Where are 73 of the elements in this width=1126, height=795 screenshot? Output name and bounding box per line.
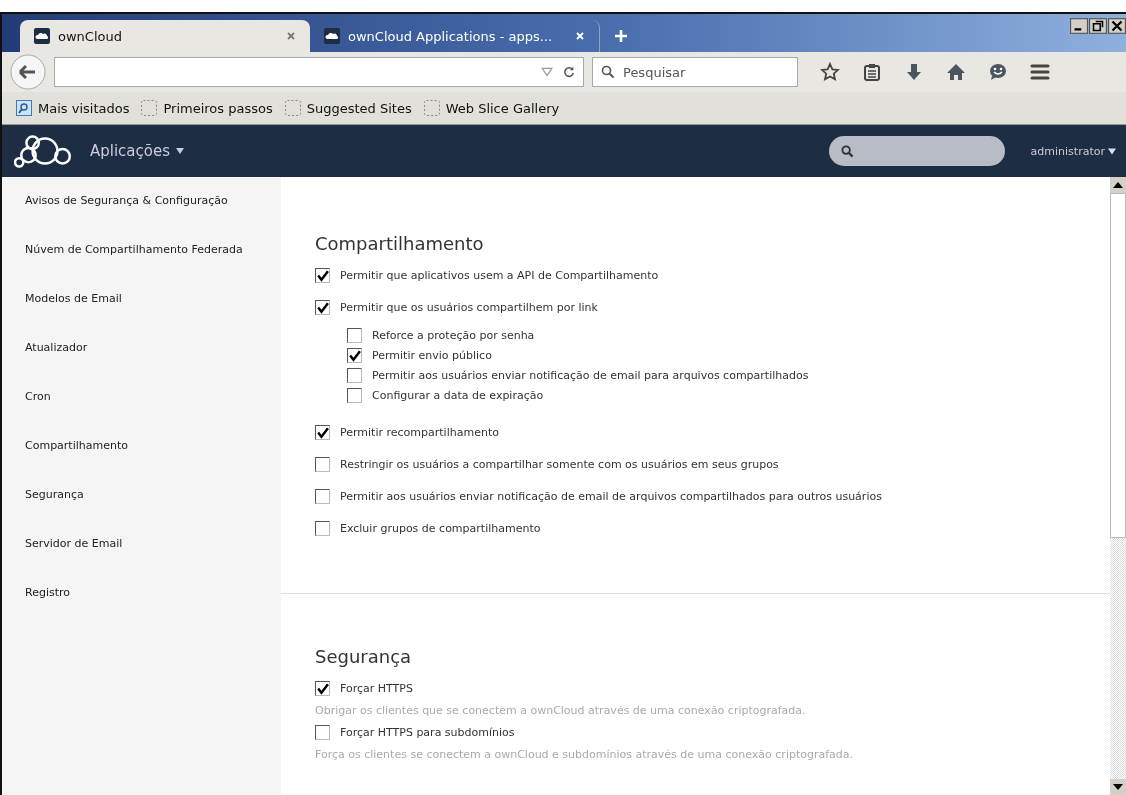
checkbox-option[interactable]: Reforce a proteção por senha [347, 328, 1078, 343]
section-title: Compartilhamento [315, 233, 485, 254]
sidebar-item[interactable]: Segurança [2, 485, 281, 504]
home-icon[interactable] [946, 62, 966, 82]
sidebar-item[interactable]: Núvem de Compartilhamento Federada [2, 240, 281, 259]
checkbox-option[interactable]: Restringir os usuários a compartilhar somente com os usuários em seus grupos [315, 457, 1078, 472]
star-icon[interactable] [820, 62, 840, 82]
menu-icon[interactable] [1030, 62, 1050, 82]
sidebar-item[interactable]: Registro [2, 583, 281, 602]
sidebar-item[interactable]: Servidor de Email [2, 534, 281, 553]
checkbox-option[interactable]: Forçar HTTPS para subdomínios [315, 725, 1078, 740]
checkbox[interactable] [315, 300, 330, 315]
search-icon [601, 65, 615, 79]
download-icon[interactable] [904, 62, 924, 82]
checkbox[interactable] [315, 425, 330, 440]
dashed-square-icon [284, 100, 301, 116]
chat-icon[interactable] [988, 62, 1008, 82]
cloud-icon [324, 28, 340, 44]
checkbox[interactable] [347, 388, 362, 403]
checkbox[interactable] [315, 268, 330, 283]
bookmark-item[interactable]: Primeiros passos [141, 100, 273, 116]
checkbox-option[interactable]: Excluir grupos de compartilhamento [315, 521, 1078, 536]
scroll-thumb[interactable] [1110, 193, 1126, 538]
checkbox-option[interactable]: Forçar HTTPS [315, 681, 1078, 696]
checkbox[interactable] [347, 368, 362, 383]
option-description: Força os clientes se conectem a ownCloud e subdomínios através de uma conexão criptografada. [315, 748, 855, 761]
caret-icon [176, 148, 185, 154]
close-icon[interactable] [1108, 18, 1126, 34]
browser-tab[interactable]: ownCloud [20, 20, 310, 52]
dashed-square-icon [423, 100, 440, 116]
search-icon [840, 144, 854, 158]
option-description: Obrigar os clientes que se conectem a ownCloud através de uma conexão criptografada. [315, 704, 807, 717]
checkbox[interactable] [315, 725, 330, 740]
scroll-up-icon[interactable] [1110, 177, 1126, 193]
checkbox-option[interactable]: Configurar a data de expiração [347, 388, 1078, 403]
bookmark-item[interactable]: Suggested Sites [284, 100, 412, 116]
bookmark-item[interactable]: Web Slice Gallery [423, 100, 560, 116]
caret-icon [1108, 147, 1116, 155]
dropdown-icon[interactable] [541, 66, 553, 78]
restore-icon[interactable] [1089, 18, 1107, 34]
sidebar-item[interactable]: Avisos de Segurança & Configuração [2, 191, 281, 210]
checkbox[interactable] [347, 348, 362, 363]
checkbox-option[interactable]: Permitir recompartilhamento [315, 425, 1078, 440]
clipboard-icon[interactable] [862, 62, 882, 82]
reload-icon[interactable] [563, 66, 575, 78]
checkbox[interactable] [315, 489, 330, 504]
checkbox[interactable] [315, 457, 330, 472]
bookmark-item[interactable]: Mais visitados [16, 100, 130, 116]
back-button[interactable] [10, 54, 46, 90]
checkbox[interactable] [315, 521, 330, 536]
sidebar-item[interactable]: Atualizador [2, 338, 281, 357]
checkbox[interactable] [347, 328, 362, 343]
checkbox-option[interactable]: Permitir aos usuários enviar notificação de email de arquivos compartilhados para outros usuários [315, 489, 1078, 504]
search-field[interactable]: Pesquisar [592, 57, 798, 87]
sidebar-item[interactable]: Cron [2, 387, 281, 406]
checkbox-option[interactable]: Permitir aos usuários enviar notificação de email para arquivos compartilhados [347, 368, 1078, 383]
magnifier-page-icon [16, 100, 32, 116]
checkbox[interactable] [315, 681, 330, 696]
scroll-down-icon[interactable] [1110, 779, 1126, 795]
sidebar-item[interactable]: Compartilhamento [2, 436, 281, 455]
plus-icon[interactable] [614, 29, 628, 43]
search-field[interactable] [828, 136, 1005, 166]
apps-menu[interactable]: Aplicações [90, 142, 185, 160]
section-title: Segurança [315, 646, 413, 667]
cloud-icon [34, 28, 50, 44]
minimize-icon[interactable] [1070, 18, 1088, 34]
checkbox-option[interactable]: Permitir que os usuários compartilhem por link [315, 300, 1078, 315]
sidebar-item[interactable]: Modelos de Email [2, 289, 281, 308]
dashed-square-icon [141, 100, 158, 116]
scrollbar[interactable] [1110, 177, 1126, 795]
checkbox-option[interactable]: Permitir que aplicativos usem a API de Compartilhamento [315, 268, 1078, 283]
checkbox-option[interactable]: Permitir envio público [347, 348, 1078, 363]
user-menu[interactable]: administrator [1030, 144, 1116, 158]
